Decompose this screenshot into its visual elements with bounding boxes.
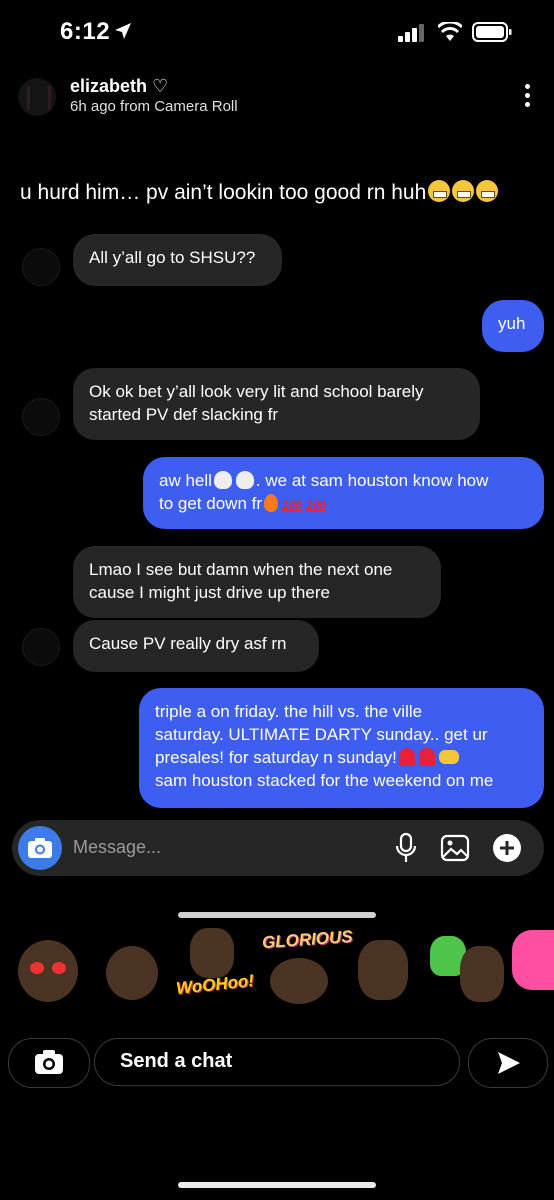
grimace-emoji-icon — [428, 180, 451, 202]
bitmoji-sticker-partial[interactable] — [512, 930, 554, 990]
bitmoji-sticker-woohoo[interactable] — [190, 928, 234, 978]
battery-icon — [472, 22, 512, 42]
incoming-message-bubble[interactable]: All y’all go to SHSU?? — [73, 234, 282, 286]
message-text-line: Ok ok bet y’all look very lit and school… — [89, 382, 424, 401]
glorious-sticker-text: GLORIOUS — [261, 926, 354, 953]
message-text: to get down fr — [159, 494, 263, 513]
message-text-line: started PV def slacking fr — [89, 405, 278, 424]
message-text-line: to get down fr 100 100 — [159, 492, 528, 517]
send-button[interactable] — [468, 1038, 548, 1088]
pointing-hand-emoji-icon — [438, 750, 459, 764]
gallery-icon[interactable] — [440, 833, 470, 863]
message-text: presales! for saturday n sunday! — [155, 748, 397, 767]
add-plus-icon[interactable] — [492, 833, 522, 863]
bitmoji-sticker-binoculars[interactable] — [358, 940, 408, 1000]
story-caption: u hurd him… pv ain’t lookin too good rn … — [20, 180, 499, 205]
message-text-line: aw hell . we at sam houston know how — [159, 469, 528, 492]
message-text-line: Lmao I see but damn when the next one — [89, 560, 393, 579]
bitmoji-sticker-heart-eyes[interactable] — [18, 940, 78, 1002]
bitmoji-sticker-ok[interactable] — [460, 946, 504, 1002]
message-text-line: cause I might just drive up there — [89, 583, 330, 602]
send-chat-placeholder: Send a chat — [120, 1050, 233, 1072]
incoming-message-bubble[interactable]: Cause PV really dry asf rn — [73, 620, 319, 672]
more-options-icon[interactable] — [524, 84, 532, 110]
hundred-emoji-icon: 100 — [282, 498, 303, 512]
skull-emoji-icon — [235, 471, 254, 489]
message-text: Cause PV really dry asf rn — [89, 634, 287, 653]
outgoing-message-bubble[interactable]: triple a on friday. the hill vs. the vil… — [139, 688, 544, 808]
caption-text: u hurd him… pv ain’t lookin too good rn … — [20, 181, 427, 204]
heart-eye-icon — [52, 962, 66, 974]
cellular-signal-icon — [398, 24, 424, 42]
bottom-camera-button[interactable] — [8, 1038, 90, 1088]
siren-emoji-icon — [398, 748, 415, 766]
location-arrow-icon — [115, 23, 131, 39]
status-time: 6:12 — [60, 18, 111, 45]
wifi-icon — [438, 22, 462, 41]
story-username[interactable]: elizabeth ♡ — [70, 76, 168, 97]
message-text: All y’all go to SHSU?? — [89, 248, 256, 267]
message-input[interactable]: Message... — [73, 837, 161, 858]
send-arrow-icon — [498, 1052, 520, 1074]
camera-button[interactable] — [18, 826, 62, 870]
grimace-emoji-icon — [452, 180, 475, 202]
sender-avatar[interactable] — [22, 398, 60, 436]
message-text: aw hell — [159, 471, 212, 490]
skull-emoji-icon — [213, 471, 232, 489]
outgoing-message-bubble[interactable]: yuh — [482, 300, 544, 352]
bitmoji-sticker-glorious[interactable] — [270, 958, 328, 1004]
story-avatar[interactable] — [18, 78, 56, 116]
message-text-line: triple a on friday. the hill vs. the vil… — [155, 702, 423, 721]
camera-icon — [28, 838, 52, 858]
message-text: . we at sam houston know how — [255, 471, 489, 490]
outgoing-message-bubble[interactable]: aw hell . we at sam houston know how to g… — [143, 457, 544, 529]
bitmoji-sticker-laughing[interactable] — [106, 946, 158, 1000]
drawer-handle[interactable] — [178, 912, 376, 918]
story-subtitle: 6h ago from Camera Roll — [70, 98, 238, 115]
microphone-icon[interactable] — [394, 832, 418, 864]
incoming-message-bubble[interactable]: Ok ok bet y’all look very lit and school… — [73, 368, 480, 440]
message-text: yuh — [498, 314, 526, 333]
message-text-line: presales! for saturday n sunday! — [155, 746, 528, 769]
grimace-emoji-icon — [476, 180, 499, 202]
woohoo-sticker-text: WoOHoo! — [175, 970, 255, 999]
incoming-message-bubble[interactable]: Lmao I see but damn when the next one ca… — [73, 546, 441, 618]
hundred-emoji-icon: 100 — [306, 498, 327, 512]
heart-eye-icon — [30, 962, 44, 974]
fire-emoji-icon — [264, 494, 279, 512]
message-text-line: saturday. ULTIMATE DARTY sunday.. get ur — [155, 725, 488, 744]
home-indicator[interactable] — [178, 1182, 376, 1188]
message-text-line: sam houston stacked for the weekend on m… — [155, 771, 494, 790]
siren-emoji-icon — [418, 748, 435, 766]
camera-icon — [35, 1050, 63, 1074]
sender-avatar[interactable] — [22, 248, 60, 286]
sender-avatar[interactable] — [22, 628, 60, 666]
